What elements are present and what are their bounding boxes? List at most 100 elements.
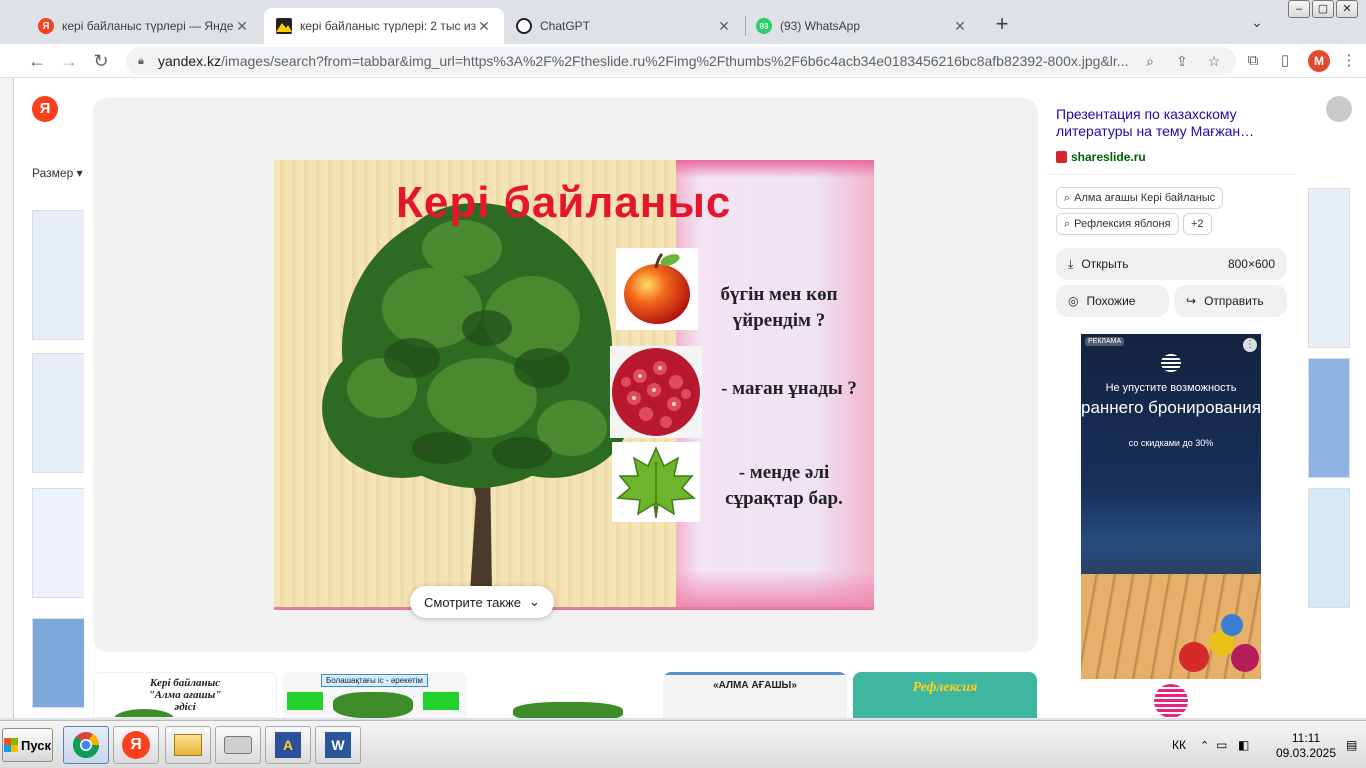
close-icon[interactable]: ✕ [716,18,732,34]
see-also-label: Смотрите также [424,594,522,610]
green-card-shape [423,692,459,710]
show-desktop-icon[interactable]: ▤ [1346,721,1357,768]
ad-text-line-1: Не упустите возможность [1105,382,1237,394]
taskbar-app[interactable]: A [265,726,311,764]
tab-yandex-search[interactable]: Я кері байланыс түрлері — Яндекс: на ✕ [26,8,262,44]
keyboard-language[interactable]: КК [1172,721,1186,768]
camera-search-icon: ◎ [1068,294,1079,308]
taskbar-printer[interactable] [215,726,261,764]
result-thumbnail[interactable] [32,353,88,473]
share-icon[interactable]: ⇪ [1174,53,1190,69]
close-icon[interactable]: ✕ [476,18,492,34]
tab-chatgpt[interactable]: ChatGPT ✕ [504,8,744,44]
minimize-button[interactable]: – [1288,0,1310,18]
close-overlay-icon[interactable]: ✕ [1310,85,1332,107]
source-domain: shareslide.ru [1071,150,1146,164]
tray-network-icon[interactable]: ▭ [1216,721,1227,768]
window-controls: – ▢ ✕ [1288,0,1358,18]
tray-volume-icon[interactable]: ◧ [1238,721,1249,768]
whatsapp-icon: 93 [756,18,772,34]
forward-button[interactable]: → [56,48,82,74]
question-3-line-1: - менде әлі [738,462,830,483]
ad-brand-logo [1161,354,1181,372]
close-icon[interactable]: ✕ [952,18,968,34]
see-also-button[interactable]: Смотрите также ⌄ [410,586,554,618]
search-icon: ⌕ [1064,191,1071,204]
related-images-strip: Кері байланыс "Алма ағашы" әдісі Болашақ… [84,662,1038,718]
start-button[interactable]: Пуск [2,728,53,762]
image-info-panel: Презентация по казахскому литературы на … [1047,98,1296,324]
result-thumbnail[interactable] [1308,488,1350,608]
back-button[interactable]: ← [24,48,50,74]
image-title-link[interactable]: Презентация по казахскому литературы на … [1056,106,1286,140]
related-thumbnail[interactable]: Рефлексия [853,672,1037,718]
maximize-button[interactable]: ▢ [1312,0,1334,18]
extensions-icon[interactable]: ⧉ [1244,52,1262,70]
related-thumbnail[interactable]: «АЛМА АҒАШЫ» [663,672,847,718]
slide-pink-frame [676,570,874,610]
download-icon: ⤓ [1068,256,1074,271]
related-caption: Болашақтағы іс - әрекетім [321,674,428,687]
url-text: yandex.kz/images/search?from=tabbar&img_… [158,53,1128,69]
close-window-button[interactable]: ✕ [1336,0,1358,18]
divider [1047,174,1296,175]
advertisement[interactable]: РЕКЛАМА ⋮ Не упустите возможность раннег… [1047,329,1296,718]
result-thumbnail[interactable] [32,210,88,340]
tab-title: кері байланыс түрлері — Яндекс: на [62,19,234,33]
side-panel-icon[interactable]: ▯ [1276,52,1294,70]
new-tab-button[interactable]: + [990,13,1014,37]
share-button[interactable]: ↪ Отправить [1174,285,1287,317]
tag-chip[interactable]: ⌕ Рефлексия яблоня [1056,213,1179,235]
bookmark-star-icon[interactable]: ☆ [1206,53,1222,69]
taskbar-yandex[interactable]: Я [113,726,159,764]
page-left-edge [0,78,14,718]
reload-button[interactable]: ↻ [88,48,114,74]
taskbar-file-manager[interactable] [165,726,211,764]
similar-button[interactable]: ◎ Похожие [1056,285,1169,317]
result-thumbnail[interactable] [1308,358,1350,478]
ad-options-icon[interactable]: ⋮ [1243,338,1257,352]
result-thumbnail[interactable] [32,618,88,708]
source-link[interactable]: shareslide.ru [1056,150,1146,164]
question-1-line-2: үйрендім ? [732,310,826,331]
ad-label: РЕКЛАМА [1085,337,1125,346]
tag-label: +2 [1191,218,1204,230]
tab-yandex-images[interactable]: кері байланыс түрлері: 2 тыс изоб ✕ [264,8,504,44]
tray-expand-icon[interactable]: ⌃ [1200,721,1209,768]
taskbar-chrome[interactable] [63,726,109,764]
app-icon: A [275,732,301,758]
tab-whatsapp[interactable]: 93 (93) WhatsApp ✕ [744,8,980,44]
slide-bottom-line [274,607,874,610]
yandex-logo[interactable]: Я [32,96,58,122]
close-icon[interactable]: ✕ [234,18,250,34]
taskbar-word[interactable]: W [315,726,361,764]
slide-heading: Кері байланыс [396,178,732,227]
open-button[interactable]: ⤓ Открыть 800×600 [1056,248,1287,280]
tab-title: (93) WhatsApp [780,19,861,33]
related-thumbnail[interactable] [473,672,657,718]
tag-label: Алма ағашы Кері байланыс [1074,192,1216,204]
similar-label: Похожие [1086,294,1136,308]
address-bar[interactable]: 🔒︎ yandex.kz/images/search?from=tabbar&i… [126,47,1236,75]
taskbar: Пуск Я A W КК ⌃ ▭ ◧ 11:11 09.03.2025 ▤ [0,720,1366,768]
result-thumbnail[interactable] [32,488,88,598]
bowling-ball [1179,642,1209,672]
word-icon: W [325,732,351,758]
printer-icon [224,736,252,754]
ad-banner[interactable]: РЕКЛАМА ⋮ Не упустите возможность раннег… [1081,334,1261,679]
more-tags-chip[interactable]: +2 [1183,213,1212,235]
tag-label: Рефлексия яблоня [1074,218,1171,230]
slide-pink-frame [676,160,874,178]
clock[interactable]: 11:11 09.03.2025 [1270,731,1342,761]
size-filter[interactable]: Размер ▾ [32,166,83,180]
profile-avatar[interactable]: M [1308,50,1330,72]
menu-kebab-icon[interactable]: ⋮ [1340,52,1358,70]
zoom-icon[interactable]: ⌕ [1142,53,1158,69]
tag-chip[interactable]: ⌕ Алма ағашы Кері байланыс [1056,187,1224,209]
related-thumbnail[interactable]: Кері байланыс "Алма ағашы" әдісі [93,672,277,718]
slide-image[interactable]: Кері байланыс бүгін мен көп үйрендім ? -… [274,160,874,610]
result-thumbnail[interactable] [1308,188,1350,348]
tab-search-chevron-icon[interactable]: ⌄ [1245,14,1269,38]
folder-icon [174,734,202,756]
related-thumbnail[interactable]: Болашақтағы іс - әрекетім [283,672,467,718]
